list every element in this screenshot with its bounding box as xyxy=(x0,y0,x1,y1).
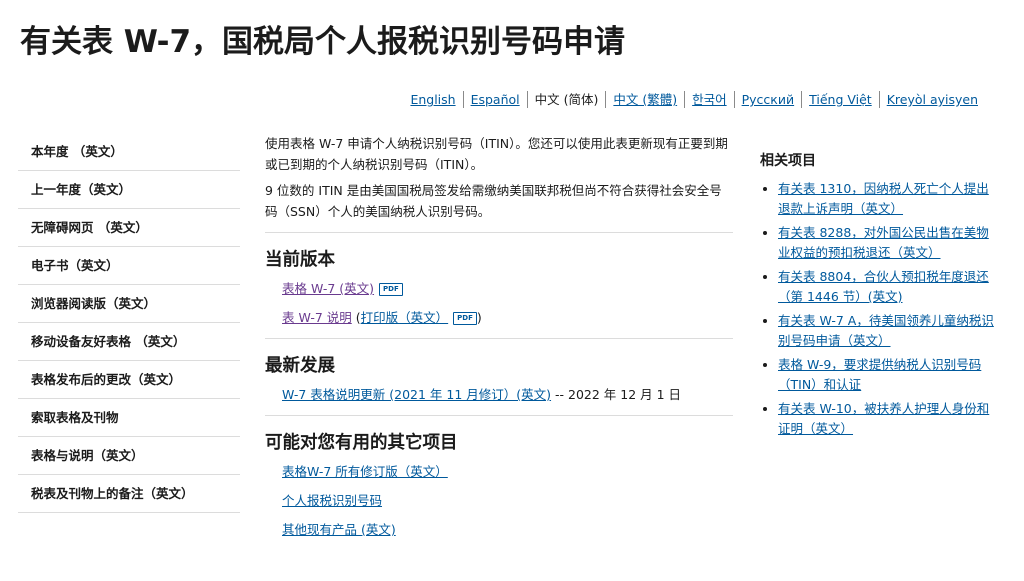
itin-description: 9 位数的 ITIN 是由美国国税局签发给需缴纳美国联邦税但尚不符合获得社会安全… xyxy=(265,183,722,219)
related-form-8804-link[interactable]: 有关表 8804，合伙人预扣税年度退还（第 1446 节）(英文) xyxy=(778,269,989,304)
sidebar-nav: 本年度 （英文） 上一年度（英文） 无障碍网页 （英文） 电子书（英文） 浏览器… xyxy=(18,133,240,513)
lang-spanish[interactable]: Español xyxy=(464,91,528,108)
update-row: W-7 表格说明更新 (2021 年 11 月修订）(英文) -- 2022 年… xyxy=(282,384,733,405)
related-form-w10-link[interactable]: 有关表 W-10，被扶养人护理人身份和证明（英文） xyxy=(778,401,989,436)
related-form-w7a-link[interactable]: 有关表 W-7 A，待美国领养儿童纳税识别号码申请（英文） xyxy=(778,313,994,348)
main-content: 使用表格 W-7 申请个人纳税识别号码（ITIN）。您还可以使用此表更新现有正要… xyxy=(265,133,733,548)
list-item: 有关表 W-10，被扶养人护理人身份和证明（英文） xyxy=(778,399,995,439)
list-item: 表格 W-9，要求提供纳税人识别号码（TIN）和认证 xyxy=(778,355,995,395)
other-items-section: 可能对您有用的其它项目 表格W-7 所有修订版（英文） 个人报税识别号码 其他现… xyxy=(265,415,733,540)
sidebar-item-notes[interactable]: 税表及刊物上的备注（英文） xyxy=(18,475,240,513)
lang-chinese-traditional[interactable]: 中文 (繁體) xyxy=(606,91,686,108)
form-w7-link[interactable]: 表格 W-7 (英文) xyxy=(282,281,374,296)
lang-english[interactable]: English xyxy=(403,91,464,108)
list-item: 有关表 1310，因纳税人死亡个人提出退款上诉声明（英文） xyxy=(778,179,995,219)
related-items: 相关项目 有关表 1310，因纳税人死亡个人提出退款上诉声明（英文） 有关表 8… xyxy=(760,150,995,443)
recent-developments-heading: 最新发展 xyxy=(265,356,335,376)
list-item: 有关表 8288，对外国公民出售在美物业权益的预扣税退还（英文） xyxy=(778,223,995,263)
recent-developments-section: 最新发展 W-7 表格说明更新 (2021 年 11 月修订）(英文) -- 2… xyxy=(265,338,733,405)
lang-haitian-creole[interactable]: Kreyòl ayisyen xyxy=(880,91,978,108)
related-form-w9-link[interactable]: 表格 W-9，要求提供纳税人识别号码（TIN）和认证 xyxy=(778,357,981,392)
sidebar-item-current-year[interactable]: 本年度 （英文） xyxy=(18,133,240,171)
sidebar-item-order-forms[interactable]: 索取表格及刊物 xyxy=(18,399,240,437)
all-revisions-link[interactable]: 表格W-7 所有修订版（英文） xyxy=(282,464,448,479)
pdf-icon[interactable]: PDF xyxy=(453,312,477,325)
language-selector: English Español 中文 (简体) 中文 (繁體) 한국어 Русс… xyxy=(403,91,978,108)
lang-chinese-simplified: 中文 (简体) xyxy=(528,91,607,108)
list-item: 有关表 W-7 A，待美国领养儿童纳税识别号码申请（英文） xyxy=(778,311,995,351)
related-heading: 相关项目 xyxy=(760,153,816,169)
sidebar-item-accessible[interactable]: 无障碍网页 （英文） xyxy=(18,209,240,247)
page-title: 有关表 W-7，国税局个人报税识别号码申请 xyxy=(20,24,626,60)
sidebar-item-post-release-changes[interactable]: 表格发布后的更改（英文） xyxy=(18,361,240,399)
current-version-section: 当前版本 表格 W-7 (英文) PDF 表 W-7 说明 (打印版（英文） PDF… xyxy=(265,232,733,328)
other-items-heading: 可能对您有用的其它项目 xyxy=(265,433,458,453)
sidebar-item-ebook[interactable]: 电子书（英文） xyxy=(18,247,240,285)
lang-vietnamese[interactable]: Tiếng Việt xyxy=(802,91,880,108)
lang-korean[interactable]: 한국어 xyxy=(685,91,735,108)
sidebar-item-forms-instructions[interactable]: 表格与说明（英文） xyxy=(18,437,240,475)
intro-paragraph: 使用表格 W-7 申请个人纳税识别号码（ITIN）。您还可以使用此表更新现有正要… xyxy=(265,136,728,172)
sidebar-item-mobile-forms[interactable]: 移动设备友好表格 （英文） xyxy=(18,323,240,361)
pdf-icon[interactable]: PDF xyxy=(379,283,403,296)
list-item: 有关表 8804，合伙人预扣税年度退还（第 1446 节）(英文) xyxy=(778,267,995,307)
other-products-link[interactable]: 其他现有产品 (英文) xyxy=(282,522,396,537)
related-form-8288-link[interactable]: 有关表 8288，对外国公民出售在美物业权益的预扣税退还（英文） xyxy=(778,225,989,260)
instructions-update-link[interactable]: W-7 表格说明更新 (2021 年 11 月修订）(英文) xyxy=(282,387,551,402)
itin-link[interactable]: 个人报税识别号码 xyxy=(282,493,382,508)
update-date: -- 2022 年 12 月 1 日 xyxy=(551,387,682,402)
instructions-link-row: 表 W-7 说明 (打印版（英文） PDF) xyxy=(282,307,733,328)
sidebar-item-browser-friendly[interactable]: 浏览器阅读版（英文） xyxy=(18,285,240,323)
paren-close: ) xyxy=(476,310,482,325)
print-version-link[interactable]: 打印版（英文） xyxy=(361,310,449,325)
instructions-w7-link[interactable]: 表 W-7 说明 xyxy=(282,310,352,325)
form-link-row: 表格 W-7 (英文) PDF xyxy=(282,278,733,299)
current-version-heading: 当前版本 xyxy=(265,250,335,270)
sidebar-item-prior-year[interactable]: 上一年度（英文） xyxy=(18,171,240,209)
related-form-1310-link[interactable]: 有关表 1310，因纳税人死亡个人提出退款上诉声明（英文） xyxy=(778,181,989,216)
lang-russian[interactable]: Русский xyxy=(735,91,803,108)
